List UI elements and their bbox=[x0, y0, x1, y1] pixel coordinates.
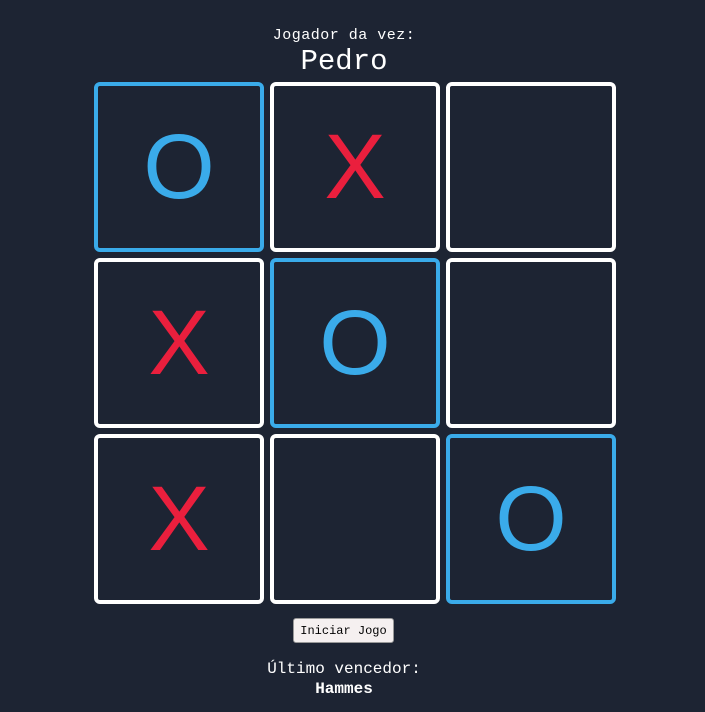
start-game-button[interactable]: Iniciar Jogo bbox=[293, 618, 394, 643]
turn-label: Jogador da vez: bbox=[272, 27, 416, 44]
board-cell-9[interactable]: O bbox=[446, 434, 616, 604]
board-cell-2[interactable]: X bbox=[270, 82, 440, 252]
cell-mark: O bbox=[143, 116, 215, 218]
cell-mark: X bbox=[148, 468, 210, 570]
cell-mark: O bbox=[319, 292, 391, 394]
cell-mark: X bbox=[148, 292, 210, 394]
game-board: O X X O X O bbox=[94, 82, 616, 604]
cell-mark: X bbox=[324, 116, 386, 218]
board-cell-5[interactable]: O bbox=[270, 258, 440, 428]
current-player-name: Pedro bbox=[300, 45, 388, 78]
board-cell-1[interactable]: O bbox=[94, 82, 264, 252]
board-cell-6[interactable] bbox=[446, 258, 616, 428]
board-cell-7[interactable]: X bbox=[94, 434, 264, 604]
board-cell-8[interactable] bbox=[270, 434, 440, 604]
last-winner-name: Hammes bbox=[315, 680, 373, 698]
last-winner-label: Último vencedor: bbox=[267, 660, 421, 678]
board-cell-3[interactable] bbox=[446, 82, 616, 252]
cell-mark: O bbox=[495, 468, 567, 570]
board-cell-4[interactable]: X bbox=[94, 258, 264, 428]
